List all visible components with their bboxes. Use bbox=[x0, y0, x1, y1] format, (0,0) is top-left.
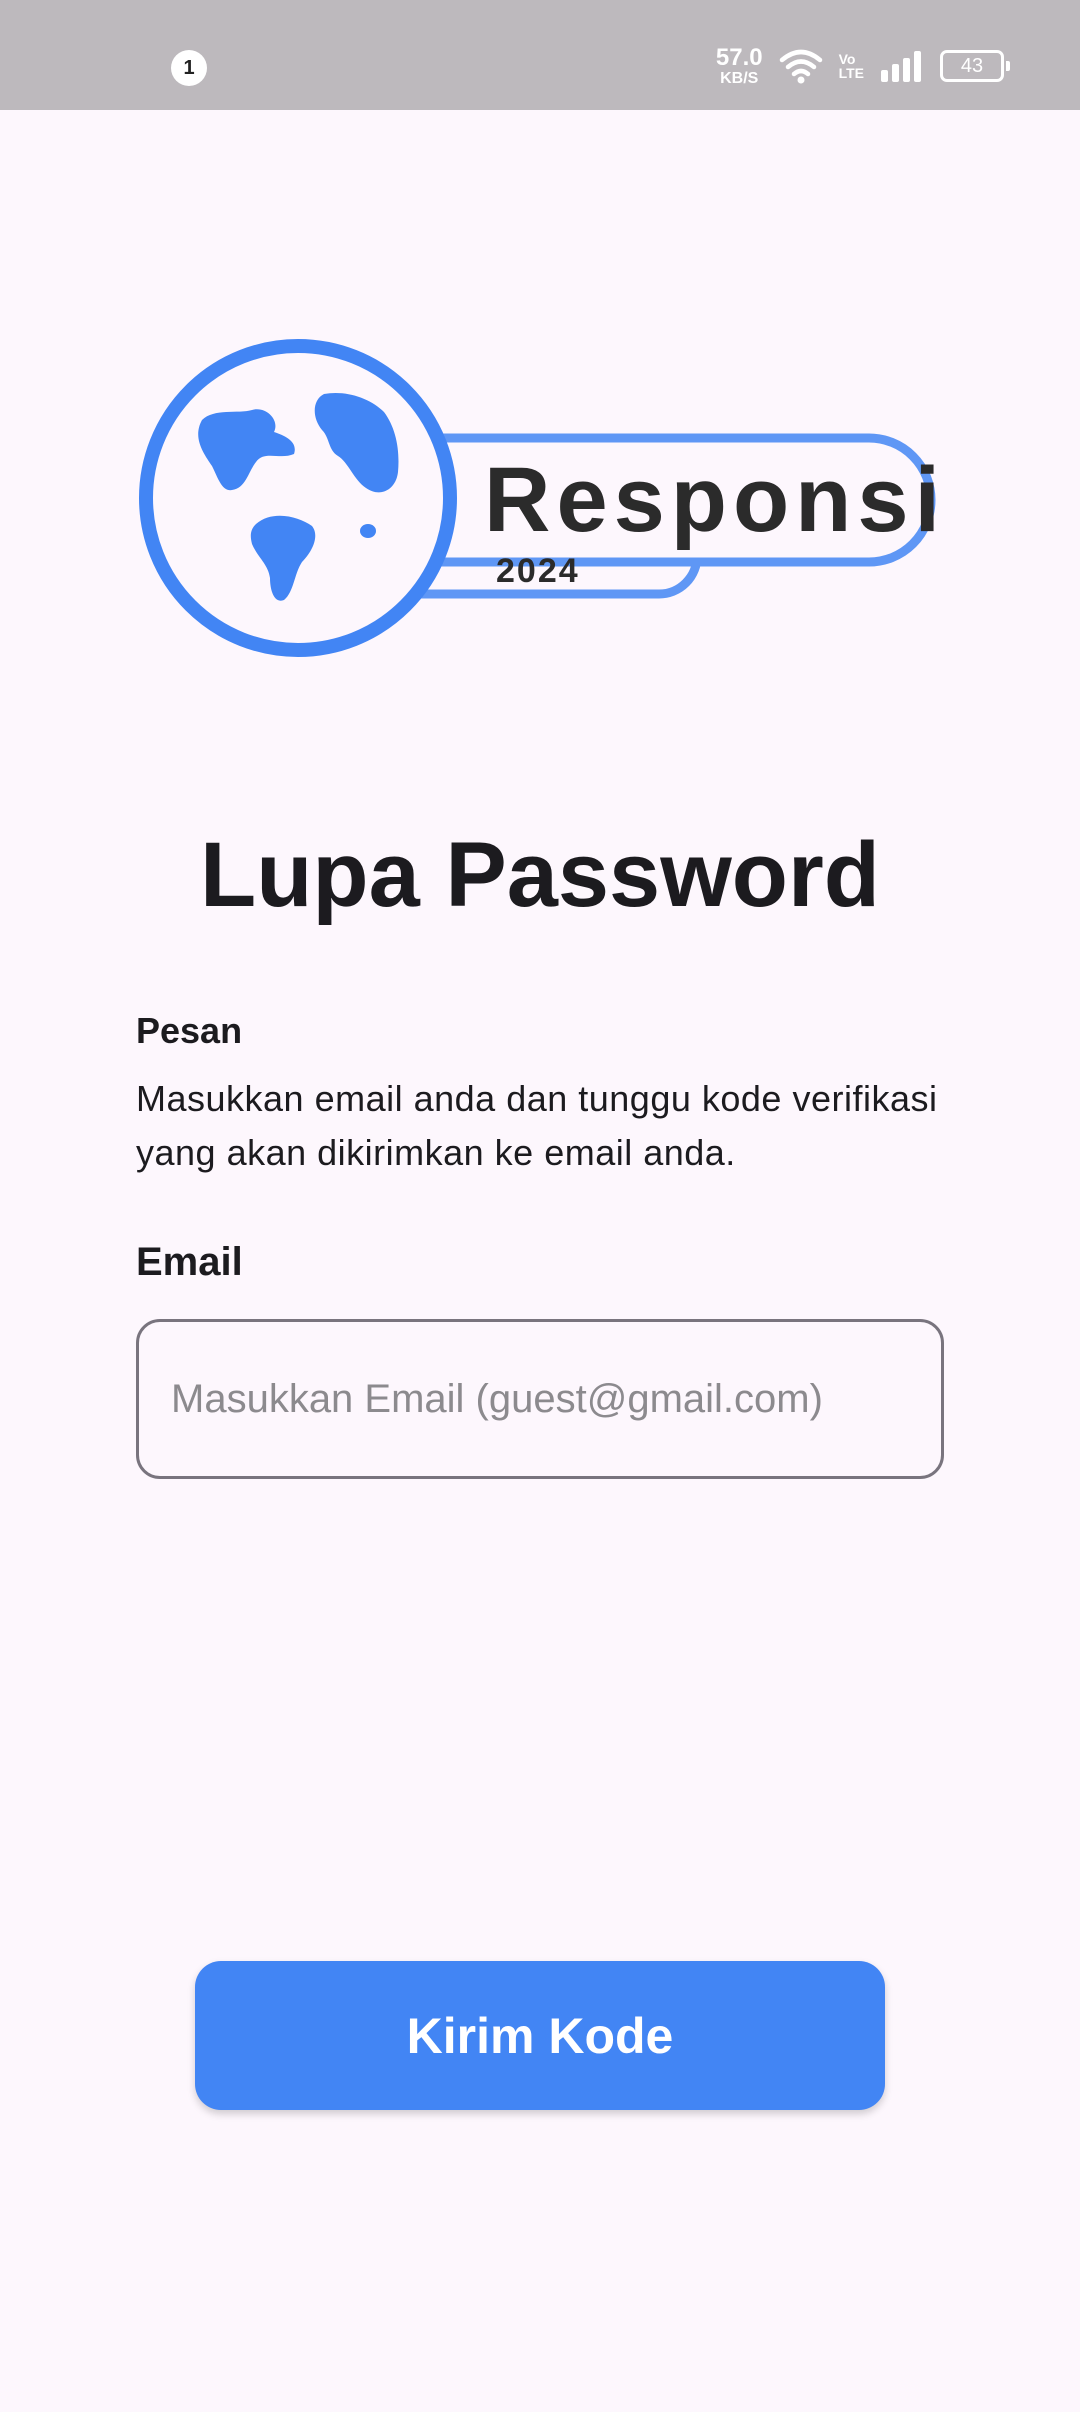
volte-bottom: LTE bbox=[838, 65, 864, 81]
network-speed-value: 57.0 bbox=[715, 43, 763, 71]
volte-top: Vo bbox=[838, 51, 856, 67]
email-label: Email bbox=[136, 1240, 243, 1284]
notification-count: 1 bbox=[183, 56, 195, 79]
page-title: Lupa Password bbox=[200, 824, 880, 926]
app-logo: Responsi 2024 bbox=[134, 338, 946, 658]
wifi-icon bbox=[779, 49, 822, 84]
network-speed: 57.0 KB/S bbox=[715, 43, 763, 87]
email-input[interactable] bbox=[136, 1319, 944, 1479]
signal-icon bbox=[881, 51, 921, 82]
status-icons: 57.0 KB/S Vo LTE 43 bbox=[715, 43, 1010, 88]
logo-name: Responsi bbox=[484, 449, 946, 551]
send-code-button[interactable]: Kirim Kode bbox=[195, 1961, 885, 2110]
logo-graphic: Responsi 2024 bbox=[139, 339, 946, 657]
status-bar: 1 57.0 KB/S Vo LTE 43 bbox=[0, 0, 1080, 110]
notification-badge: 1 bbox=[171, 50, 207, 86]
message-text: Masukkan email anda dan tunggu kode veri… bbox=[136, 1078, 938, 1173]
volte-indicator: Vo LTE bbox=[839, 52, 864, 80]
network-speed-unit: KB/S bbox=[720, 69, 759, 87]
message-label: Pesan bbox=[136, 1010, 243, 1051]
battery-level: 43 bbox=[960, 54, 984, 77]
battery-icon: 43 bbox=[940, 50, 1010, 82]
logo-year: 2024 bbox=[496, 552, 580, 590]
